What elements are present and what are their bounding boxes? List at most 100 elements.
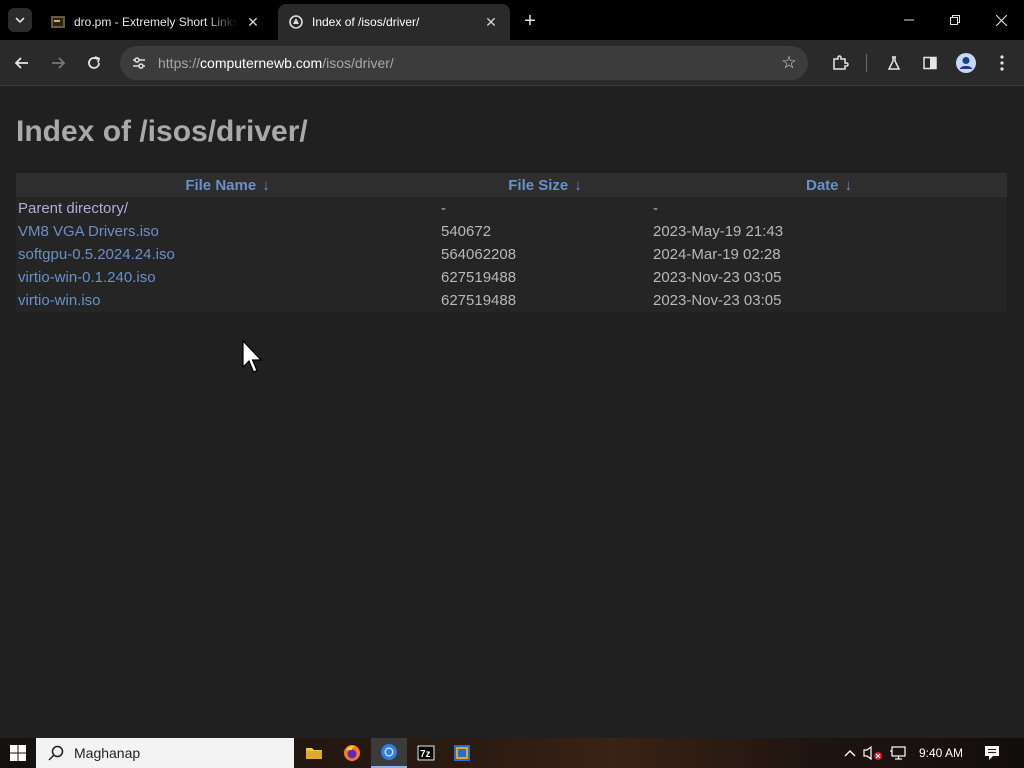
taskbar-app[interactable] bbox=[444, 738, 480, 768]
close-tab-icon[interactable]: ✕ bbox=[482, 13, 500, 31]
file-size-cell: 627519488 bbox=[441, 269, 517, 286]
site-info-icon[interactable] bbox=[124, 48, 154, 78]
table-row: VM8 VGA Drivers.iso 540672 2023-May-19 2… bbox=[16, 220, 1007, 243]
firefox-icon bbox=[344, 745, 360, 761]
search-placeholder: Maghanap bbox=[74, 745, 141, 761]
restore-button[interactable] bbox=[932, 4, 978, 36]
file-size-cell: - bbox=[441, 200, 446, 217]
puzzle-icon bbox=[833, 55, 849, 70]
table-row: virtio-win.iso 627519488 2023-Nov-23 03:… bbox=[16, 289, 1007, 312]
column-header-date[interactable]: Date ↓ bbox=[651, 173, 1007, 197]
tab-search-button[interactable] bbox=[8, 8, 32, 32]
date-cell: 2024-Mar-19 02:28 bbox=[653, 246, 781, 263]
file-link[interactable]: virtio-win.iso bbox=[18, 292, 101, 309]
notification-icon bbox=[985, 746, 999, 760]
folder-icon bbox=[306, 748, 322, 759]
address-bar[interactable]: https://computernewb.com/isos/driver/ ☆ bbox=[120, 46, 808, 80]
file-size-cell: 564062208 bbox=[441, 246, 517, 263]
computernewb-favicon-icon bbox=[288, 14, 304, 30]
network-button[interactable] bbox=[886, 738, 910, 768]
minimize-button[interactable] bbox=[886, 4, 932, 36]
table-row: virtio-win-0.1.240.iso 627519488 2023-No… bbox=[16, 266, 1007, 289]
column-header-file-size[interactable]: File Size ↓ bbox=[439, 173, 651, 197]
minimize-icon bbox=[904, 19, 914, 21]
avatar-icon bbox=[956, 53, 976, 73]
table-row: Parent directory/ - - bbox=[16, 197, 1007, 220]
start-button[interactable] bbox=[0, 738, 36, 768]
volume-button[interactable] bbox=[862, 738, 884, 768]
column-header-file-name[interactable]: File Name ↓ bbox=[16, 173, 439, 197]
close-window-button[interactable] bbox=[978, 4, 1024, 36]
close-icon bbox=[995, 14, 1007, 26]
date-cell: 2023-Nov-23 03:05 bbox=[653, 292, 782, 309]
new-tab-button[interactable]: + bbox=[518, 10, 542, 32]
page-content: Index of /isos/driver/ File Name ↓ File S… bbox=[0, 87, 1024, 738]
directory-listing-table: File Name ↓ File Size ↓ Date ↓ Parent direc… bbox=[16, 173, 1007, 312]
arrow-right-icon bbox=[52, 57, 66, 69]
back-button[interactable] bbox=[8, 49, 36, 77]
taskbar-file-explorer[interactable] bbox=[296, 738, 332, 768]
sort-arrow-icon: ↓ bbox=[262, 176, 270, 194]
table-header-row: File Name ↓ File Size ↓ Date ↓ bbox=[16, 173, 1007, 197]
svg-text:7z: 7z bbox=[420, 749, 431, 760]
side-panel-button[interactable] bbox=[916, 49, 944, 77]
close-tab-icon[interactable]: ✕ bbox=[244, 13, 262, 31]
tab-strip: dro.pm - Extremely Short Links ✕ Index o… bbox=[0, 0, 1024, 40]
profile-button[interactable] bbox=[952, 49, 980, 77]
chrome-icon bbox=[381, 744, 397, 760]
restore-icon bbox=[950, 15, 960, 25]
bookmark-star-icon[interactable]: ☆ bbox=[778, 52, 800, 74]
table-row: softgpu-0.5.2024.24.iso 564062208 2024-M… bbox=[16, 243, 1007, 266]
url-text: https://computernewb.com/isos/driver/ bbox=[158, 55, 394, 71]
tab-dro-pm[interactable]: dro.pm - Extremely Short Links ✕ bbox=[40, 4, 272, 40]
search-icon bbox=[48, 745, 64, 761]
show-hidden-icons-button[interactable] bbox=[840, 738, 860, 768]
taskbar-firefox[interactable] bbox=[334, 738, 370, 768]
windows-logo-icon bbox=[10, 745, 26, 761]
flask-icon bbox=[887, 56, 901, 70]
sort-arrow-icon: ↓ bbox=[844, 176, 853, 194]
volume-muted-icon bbox=[863, 745, 882, 761]
file-size-cell: 627519488 bbox=[441, 292, 517, 309]
labs-button[interactable] bbox=[880, 49, 908, 77]
file-link[interactable]: softgpu-0.5.2024.24.iso bbox=[18, 246, 175, 263]
page-title: Index of /isos/driver/ bbox=[16, 115, 308, 148]
mouse-cursor-icon bbox=[242, 340, 263, 373]
plus-icon: + bbox=[524, 9, 536, 32]
dro-pm-favicon-icon bbox=[50, 14, 66, 30]
kebab-menu-icon bbox=[1000, 55, 1004, 71]
browser-toolbar: https://computernewb.com/isos/driver/ ☆ bbox=[0, 40, 1024, 86]
side-panel-icon bbox=[923, 56, 937, 70]
parent-directory-link[interactable]: Parent directory/ bbox=[16, 197, 439, 220]
taskbar-chrome[interactable] bbox=[371, 738, 407, 768]
window-app-icon bbox=[454, 745, 470, 761]
tab-title: Index of /isos/driver/ bbox=[312, 15, 420, 29]
chevron-down-icon bbox=[15, 17, 25, 24]
taskbar-search-box[interactable]: Maghanap bbox=[36, 738, 294, 768]
menu-button[interactable] bbox=[988, 49, 1016, 77]
url-host: computernewb.com bbox=[200, 55, 323, 71]
windows-taskbar: Maghanap 7z 9:40 AM bbox=[0, 738, 1024, 768]
extensions-button[interactable] bbox=[826, 49, 854, 77]
7zip-icon: 7z bbox=[417, 745, 435, 761]
network-icon bbox=[890, 746, 906, 760]
sort-arrow-icon: ↓ bbox=[574, 176, 582, 194]
tab-title: dro.pm - Extremely Short Links bbox=[74, 15, 238, 29]
tab-index-isos-driver[interactable]: Index of /isos/driver/ ✕ bbox=[278, 4, 510, 40]
clock[interactable]: 9:40 AM bbox=[912, 738, 970, 768]
chevron-up-icon bbox=[844, 750, 856, 757]
taskbar-7zip[interactable]: 7z bbox=[408, 738, 444, 768]
file-size-cell: 540672 bbox=[441, 223, 492, 240]
reload-icon bbox=[88, 56, 101, 69]
forward-button[interactable] bbox=[44, 49, 72, 77]
toolbar-divider bbox=[866, 54, 867, 72]
url-path: /isos/driver/ bbox=[322, 55, 394, 71]
reload-button[interactable] bbox=[80, 49, 108, 77]
date-cell: 2023-Nov-23 03:05 bbox=[653, 269, 782, 286]
arrow-left-icon bbox=[14, 57, 28, 69]
notifications-button[interactable] bbox=[978, 738, 1006, 768]
file-link[interactable]: virtio-win-0.1.240.iso bbox=[18, 269, 156, 286]
file-link[interactable]: VM8 VGA Drivers.iso bbox=[18, 223, 159, 240]
date-cell: - bbox=[653, 200, 658, 217]
url-scheme: https:// bbox=[158, 55, 201, 71]
